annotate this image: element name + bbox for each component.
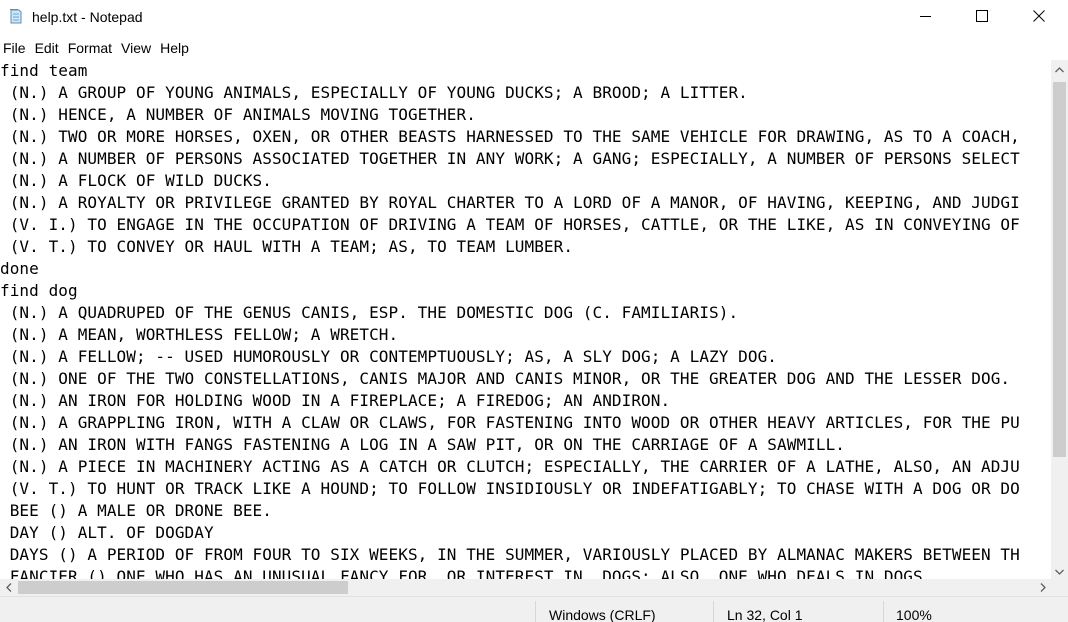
text-line: (V. T.) TO CONVEY OR HAUL WITH A TEAM; A… — [0, 237, 574, 256]
chevron-up-icon — [1055, 60, 1064, 78]
text-line: (N.) A FLOCK OF WILD DUCKS. — [0, 171, 272, 190]
vertical-scroll-thumb[interactable] — [1053, 82, 1066, 457]
horizontal-scrollbar[interactable] — [0, 579, 1051, 596]
text-editor[interactable]: find team (N.) A GROUP OF YOUNG ANIMALS,… — [0, 60, 1051, 579]
chevron-left-icon — [5, 579, 12, 597]
status-divider — [713, 601, 714, 622]
chevron-right-icon — [1040, 579, 1046, 597]
zoom-status: 100% — [896, 607, 932, 622]
menu-edit[interactable]: Edit — [32, 38, 64, 58]
text-line: (N.) A MEAN, WORTHLESS FELLOW; A WRETCH. — [0, 325, 399, 344]
text-line: DAY () ALT. OF DOGDAY — [0, 523, 214, 542]
text-line: (N.) TWO OR MORE HORSES, OXEN, OR OTHER … — [0, 127, 1020, 146]
scroll-left-button[interactable] — [0, 579, 17, 596]
text-line: DAYS () A PERIOD OF FROM FOUR TO SIX WEE… — [0, 545, 1020, 564]
status-divider — [883, 601, 884, 622]
text-line: (N.) AN IRON WITH FANGS FASTENING A LOG … — [0, 435, 846, 454]
maximize-button[interactable] — [953, 0, 1011, 32]
scrollbar-corner — [1051, 579, 1068, 596]
minimize-icon — [919, 11, 931, 22]
text-line: BEE () A MALE OR DRONE BEE. — [0, 501, 272, 520]
status-divider — [535, 601, 536, 622]
text-line: find team — [0, 61, 88, 80]
text-line: (N.) A QUADRUPED OF THE GENUS CANIS, ESP… — [0, 303, 739, 322]
close-icon — [1033, 10, 1045, 22]
notepad-icon — [8, 8, 24, 24]
text-line: (N.) A FELLOW; -- USED HUMOROUSLY OR CON… — [0, 347, 778, 366]
menu-bar: File Edit Format View Help — [0, 36, 1068, 60]
close-button[interactable] — [1010, 0, 1068, 32]
text-line: (N.) A ROYALTY OR PRIVILEGE GRANTED BY R… — [0, 193, 1020, 212]
scroll-down-button[interactable] — [1051, 562, 1068, 579]
maximize-icon — [976, 10, 988, 22]
menu-help[interactable]: Help — [157, 38, 194, 58]
text-line: (V. T.) TO HUNT OR TRACK LIKE A HOUND; T… — [0, 479, 1020, 498]
status-bar: Windows (CRLF) Ln 32, Col 1 100% — [0, 596, 1068, 622]
title-bar[interactable]: help.txt - Notepad — [0, 0, 1068, 34]
text-line: (N.) A NUMBER OF PERSONS ASSOCIATED TOGE… — [0, 149, 1020, 168]
chevron-down-icon — [1055, 562, 1064, 580]
menu-format[interactable]: Format — [65, 38, 117, 58]
cursor-position-status: Ln 32, Col 1 — [727, 607, 803, 622]
menu-view[interactable]: View — [118, 38, 156, 58]
horizontal-scroll-thumb[interactable] — [18, 581, 348, 594]
text-line: (N.) A GROUP OF YOUNG ANIMALS, ESPECIALL… — [0, 83, 748, 102]
text-line: (N.) ONE OF THE TWO CONSTELLATIONS, CANI… — [0, 369, 1011, 388]
scroll-right-button[interactable] — [1034, 579, 1051, 596]
minimize-button[interactable] — [896, 0, 954, 32]
line-ending-status: Windows (CRLF) — [549, 607, 656, 622]
text-line: (V. I.) TO ENGAGE IN THE OCCUPATION OF D… — [0, 215, 1020, 234]
text-line: (N.) A GRAPPLING IRON, WITH A CLAW OR CL… — [0, 413, 1020, 432]
text-line: FANCIER () ONE WHO HAS AN UNUSUAL FANCY … — [0, 567, 933, 579]
window-title: help.txt - Notepad — [32, 9, 143, 25]
text-line: find dog — [0, 281, 78, 300]
text-line: (N.) A PIECE IN MACHINERY ACTING AS A CA… — [0, 457, 1020, 476]
scroll-up-button[interactable] — [1051, 60, 1068, 77]
vertical-scrollbar[interactable] — [1051, 60, 1068, 579]
menu-file[interactable]: File — [0, 38, 31, 58]
text-line: (N.) HENCE, A NUMBER OF ANIMALS MOVING T… — [0, 105, 476, 124]
text-line: done — [0, 259, 39, 278]
text-line: (N.) AN IRON FOR HOLDING WOOD IN A FIREP… — [0, 391, 671, 410]
